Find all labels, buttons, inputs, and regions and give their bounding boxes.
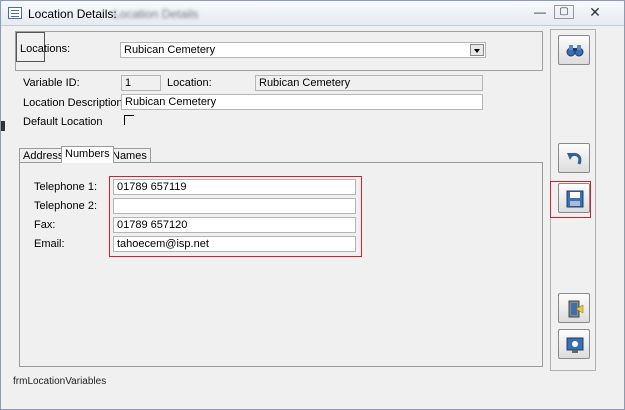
help-button[interactable] (558, 329, 590, 359)
location-description-label: Location Description: (23, 97, 126, 109)
fax-label: Fax: (34, 219, 56, 231)
undo-icon (567, 152, 582, 165)
email-label: Email: (34, 238, 65, 250)
default-location-checkbox[interactable] (124, 115, 134, 125)
maximize-button[interactable]: ▢ (554, 5, 574, 19)
window-title-suffix: Location Details (113, 7, 199, 21)
exit-door-icon (568, 300, 584, 318)
form-area: Locations: Rubican Cemetery Variable ID:… (11, 31, 543, 371)
binoculars-icon (566, 45, 584, 57)
telephone2-field[interactable] (113, 198, 356, 214)
help-icon (566, 337, 584, 353)
find-button[interactable] (558, 35, 590, 65)
form-icon (8, 7, 22, 19)
undo-button[interactable] (558, 143, 590, 173)
form-name-label: frmLocationVariables (13, 376, 107, 387)
location-details-window: Location Details: Location Details — ▢ ✕… (0, 0, 625, 410)
variable-id-label: Variable ID: (23, 77, 80, 89)
locations-header: Locations: Rubican Cemetery (15, 31, 543, 71)
locations-label: Locations: (20, 43, 71, 55)
exit-button[interactable] (558, 293, 590, 323)
telephone1-field[interactable]: 01789 657119 (113, 179, 356, 195)
fax-field[interactable]: 01789 657120 (113, 217, 356, 233)
default-location-label: Default Location (23, 116, 103, 128)
locations-combo[interactable]: Rubican Cemetery (120, 42, 486, 58)
minimize-button[interactable]: — (529, 4, 551, 20)
variable-id-field: 1 (121, 75, 161, 91)
window-title: Location Details: (28, 7, 117, 21)
tab-numbers[interactable]: Numbers (61, 146, 114, 163)
email-field[interactable]: tahoecem@isp.net (113, 236, 356, 252)
save-highlight (550, 181, 591, 218)
tab-names[interactable]: Names (108, 148, 151, 163)
telephone1-label: Telephone 1: (34, 181, 97, 193)
title-bar[interactable]: Location Details: Location Details — ▢ ✕ (1, 1, 624, 26)
location-label: Location: (167, 77, 212, 89)
locations-combo-value: Rubican Cemetery (124, 44, 216, 56)
chevron-down-icon[interactable] (470, 44, 484, 56)
location-field: Rubican Cemetery (255, 75, 483, 91)
close-button[interactable]: ✕ (584, 4, 606, 20)
telephone2-label: Telephone 2: (34, 200, 97, 212)
location-description-field[interactable]: Rubican Cemetery (121, 94, 483, 110)
window-edge-marker (1, 121, 5, 131)
